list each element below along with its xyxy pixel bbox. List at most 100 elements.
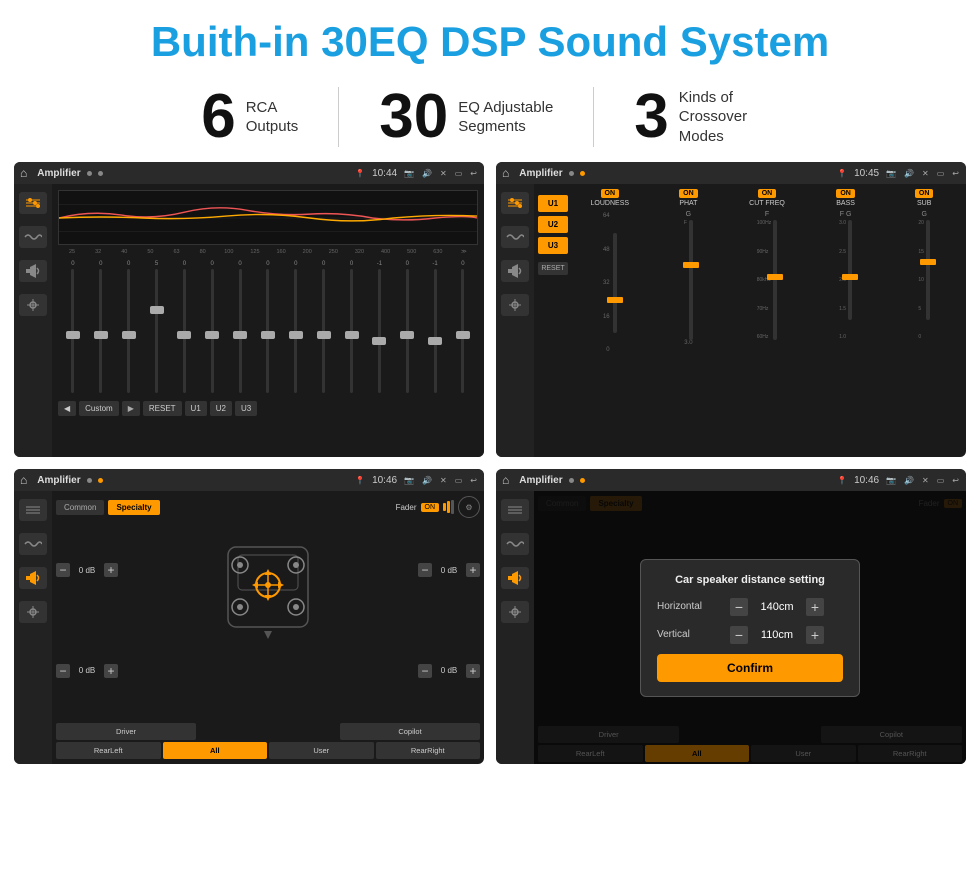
screen3-sidebar xyxy=(14,491,52,764)
sub-slider[interactable] xyxy=(926,220,930,320)
loudness-on[interactable]: ON xyxy=(601,189,620,198)
eq-slider-5[interactable]: 0 xyxy=(171,261,197,393)
eq-slider-1[interactable]: 0 xyxy=(60,261,86,393)
user-button[interactable]: User xyxy=(269,742,374,759)
home-icon-4[interactable]: ⌂ xyxy=(502,473,509,487)
sub-label: SUB xyxy=(917,200,931,207)
bass-on[interactable]: ON xyxy=(836,189,855,198)
home-icon[interactable]: ⌂ xyxy=(20,166,27,180)
u3-button[interactable]: U3 xyxy=(235,401,257,416)
db-plus-4[interactable]: + xyxy=(466,664,480,678)
screen2-topbar: ⌂ Amplifier 📍 10:45 📷 🔊 ✕ ▭ ↩ xyxy=(496,162,966,184)
back-icon-3[interactable]: ↩ xyxy=(470,476,477,485)
wave-icon-4[interactable] xyxy=(501,533,529,555)
speaker-icon-4[interactable] xyxy=(501,567,529,589)
bass-slider[interactable] xyxy=(848,220,852,320)
balance-icon-2[interactable] xyxy=(501,294,529,316)
u2-channel[interactable]: U2 xyxy=(538,216,568,233)
right-db-controls: − 0 dB + − 0 dB + xyxy=(418,522,480,719)
eq-bottom-bar: ◀ Custom ▶ RESET U1 U2 U3 xyxy=(58,401,478,416)
vertical-minus[interactable]: − xyxy=(730,626,748,644)
u1-channel[interactable]: U1 xyxy=(538,195,568,212)
common-tab[interactable]: Common xyxy=(56,500,104,515)
db-minus-2[interactable]: − xyxy=(56,664,70,678)
phat-slider[interactable] xyxy=(689,220,693,340)
amp-reset[interactable]: RESET xyxy=(538,262,568,275)
eq-slider-6[interactable]: 0 xyxy=(199,261,225,393)
u2-button[interactable]: U2 xyxy=(210,401,232,416)
eq-slider-14[interactable]: -1 xyxy=(422,261,448,393)
settings-button[interactable]: ⚙ xyxy=(458,496,480,518)
screen4-time: 10:46 xyxy=(854,475,879,486)
driver-button[interactable]: Driver xyxy=(56,723,196,740)
speaker-icon-2[interactable] xyxy=(501,260,529,282)
horizontal-minus[interactable]: − xyxy=(730,598,748,616)
eq-slider-9[interactable]: 0 xyxy=(283,261,309,393)
eq-slider-7[interactable]: 0 xyxy=(227,261,253,393)
db-plus-2[interactable]: + xyxy=(104,664,118,678)
back-icon[interactable]: ↩ xyxy=(470,169,477,178)
u3-channel[interactable]: U3 xyxy=(538,237,568,254)
eq-slider-15[interactable]: 0 xyxy=(450,261,476,393)
eq-icon-3[interactable] xyxy=(19,499,47,521)
db-minus-1[interactable]: − xyxy=(56,563,70,577)
eq-slider-10[interactable]: 0 xyxy=(311,261,337,393)
eq-slider-8[interactable]: 0 xyxy=(255,261,281,393)
eq-icon[interactable] xyxy=(19,192,47,214)
db-control-4: − 0 dB + xyxy=(418,664,480,678)
horizontal-plus[interactable]: + xyxy=(806,598,824,616)
eq-slider-11[interactable]: 0 xyxy=(339,261,365,393)
loudness-slider[interactable] xyxy=(613,233,617,333)
home-icon-2[interactable]: ⌂ xyxy=(502,166,509,180)
confirm-button[interactable]: Confirm xyxy=(657,654,843,682)
rearright-button[interactable]: RearRight xyxy=(376,742,481,759)
dialog-title: Car speaker distance setting xyxy=(657,574,843,586)
vertical-plus[interactable]: + xyxy=(806,626,824,644)
back-icon-4[interactable]: ↩ xyxy=(952,476,959,485)
copilot-button[interactable]: Copilot xyxy=(340,723,480,740)
eq-slider-2[interactable]: 0 xyxy=(88,261,114,393)
speaker-icon-3[interactable] xyxy=(19,567,47,589)
eq-slider-12[interactable]: -1 xyxy=(366,261,392,393)
stat-rca-text: RCA Outputs xyxy=(246,98,299,137)
sub-on[interactable]: ON xyxy=(915,189,934,198)
wave-icon[interactable] xyxy=(19,226,47,248)
balance-icon-4[interactable] xyxy=(501,601,529,623)
amp-controls-area: ON LOUDNESS 644832160 ON xyxy=(572,189,962,452)
specialty-tab[interactable]: Specialty xyxy=(108,500,159,515)
eq-slider-3[interactable]: 0 xyxy=(116,261,142,393)
speaker-icon[interactable] xyxy=(19,260,47,282)
dialog-overlay: Car speaker distance setting Horizontal … xyxy=(534,491,966,764)
eq-icon-4[interactable] xyxy=(501,499,529,521)
screen2-sidebar xyxy=(496,184,534,457)
back-icon-2[interactable]: ↩ xyxy=(952,169,959,178)
phat-on[interactable]: ON xyxy=(679,189,698,198)
horizontal-value: 140cm xyxy=(752,601,802,613)
location-icon-3: 📍 xyxy=(355,476,365,485)
screen1-sidebar xyxy=(14,184,52,457)
eq-icon-2[interactable] xyxy=(501,192,529,214)
eq-slider-13[interactable]: 0 xyxy=(394,261,420,393)
eq-slider-4[interactable]: 5 xyxy=(144,261,170,393)
balance-icon[interactable] xyxy=(19,294,47,316)
all-button[interactable]: All xyxy=(163,742,268,759)
rearleft-button[interactable]: RearLeft xyxy=(56,742,161,759)
db-minus-3[interactable]: − xyxy=(418,563,432,577)
home-icon-3[interactable]: ⌂ xyxy=(20,473,27,487)
wave-icon-2[interactable] xyxy=(501,226,529,248)
db-plus-1[interactable]: + xyxy=(104,563,118,577)
cutfreq-slider[interactable] xyxy=(773,220,777,340)
prev-button[interactable]: ◀ xyxy=(58,401,76,416)
status-dot-2 xyxy=(98,171,103,176)
db-plus-3[interactable]: + xyxy=(466,563,480,577)
u1-button[interactable]: U1 xyxy=(185,401,207,416)
play-button[interactable]: ▶ xyxy=(122,401,140,416)
cutfreq-on[interactable]: ON xyxy=(758,189,777,198)
fader-on-badge[interactable]: ON xyxy=(421,503,440,512)
stat-crossover: 3 Kinds of Crossover Modes xyxy=(594,86,818,148)
wave-icon-3[interactable] xyxy=(19,533,47,555)
balance-icon-3[interactable] xyxy=(19,601,47,623)
reset-button[interactable]: RESET xyxy=(143,401,182,416)
db-value-3: 0 dB xyxy=(435,566,463,575)
db-minus-4[interactable]: − xyxy=(418,664,432,678)
